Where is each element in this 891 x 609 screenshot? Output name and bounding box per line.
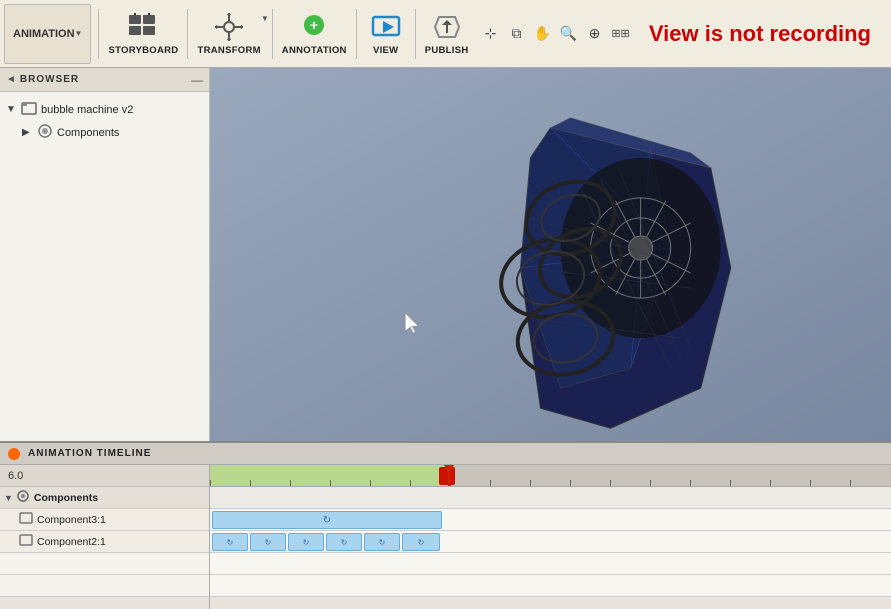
loop-icon-c3: ↻ bbox=[323, 515, 331, 526]
tree-root-label: bubble machine v2 bbox=[41, 104, 133, 116]
track-c3-icon bbox=[19, 511, 33, 528]
track-c3-label: Component3:1 bbox=[37, 514, 106, 526]
animation-dropdown-button[interactable]: ANIMATION ▼ bbox=[4, 4, 91, 64]
tree-components-arrow: ▶ bbox=[22, 127, 34, 138]
toolbar-separator-3 bbox=[272, 9, 273, 59]
loop-icon-c2-6: ↻ bbox=[418, 538, 425, 547]
loop-icon-c2-2: ↻ bbox=[265, 538, 272, 547]
timeline-tracks-left: ▼ Components Component3:1 bbox=[0, 487, 209, 609]
timeline-title: ANIMATION TIMELINE bbox=[28, 448, 151, 459]
toolbar-separator-5 bbox=[415, 9, 416, 59]
toolbar: ANIMATION ▼ STORYBOARD bbox=[0, 0, 891, 68]
tree-components-label: Components bbox=[57, 127, 119, 139]
timeline-track-component2[interactable]: Component2:1 bbox=[0, 531, 209, 553]
view-label: VIEW bbox=[373, 45, 398, 56]
grid-icon-btn[interactable]: ⊞⊞ bbox=[609, 22, 633, 46]
tree-root-arrow: ▼ bbox=[6, 104, 18, 115]
track-c2-label: Component2:1 bbox=[37, 536, 106, 548]
loop-icon-c2-1: ↻ bbox=[227, 538, 234, 547]
search-icon-btn[interactable]: 🔍 bbox=[557, 22, 581, 46]
track-c2-icon bbox=[19, 533, 33, 550]
toolbar-separator-2 bbox=[187, 9, 188, 59]
timeline-track-empty-2 bbox=[0, 575, 209, 597]
timeline-right-row-empty2 bbox=[210, 575, 891, 597]
storyboard-label: STORYBOARD bbox=[108, 45, 178, 56]
playhead[interactable] bbox=[448, 465, 450, 486]
toolbar-separator-4 bbox=[356, 9, 357, 59]
tree-components-icon bbox=[37, 123, 53, 142]
dropdown-arrow-icon: ▼ bbox=[75, 29, 83, 38]
timeline-panel: ANIMATION TIMELINE 6.0 ▼ Components bbox=[0, 441, 891, 609]
tree-root-icon bbox=[21, 100, 37, 119]
annotation-icon: + bbox=[298, 11, 330, 43]
browser-header: ◄ BROWSER — bbox=[0, 68, 209, 92]
transform-dropdown-icon: ▼ bbox=[261, 14, 269, 23]
timeline-tracks-right: ↻ ↻ ↻ ↻ ↻ bbox=[210, 487, 891, 609]
track-components-label: Components bbox=[34, 492, 98, 504]
publish-icon bbox=[431, 11, 463, 43]
transform-button[interactable]: TRANSFORM bbox=[191, 4, 266, 64]
timeline-right-row-c2[interactable]: ↻ ↻ ↻ ↻ ↻ ↻ bbox=[210, 531, 891, 553]
tree-components-item[interactable]: ▶ Components bbox=[20, 121, 205, 144]
timeline-track-empty-1 bbox=[0, 553, 209, 575]
storyboard-icon bbox=[127, 11, 159, 43]
track-group-arrow: ▼ bbox=[4, 493, 13, 503]
browser-content: ▼ bubble machine v2 ▶ Componen bbox=[0, 92, 209, 150]
publish-button[interactable]: PUBLISH bbox=[419, 4, 475, 64]
timeline-track-component3[interactable]: Component3:1 bbox=[0, 509, 209, 531]
timeline-right-row-c3[interactable]: ↻ bbox=[210, 509, 891, 531]
track-components-icon bbox=[16, 489, 30, 506]
viewport-canvas bbox=[210, 68, 891, 441]
animation-bar-c2-4[interactable]: ↻ bbox=[326, 533, 362, 551]
animation-bar-c3[interactable]: ↻ bbox=[212, 511, 442, 529]
animation-bar-c2-3[interactable]: ↻ bbox=[288, 533, 324, 551]
annotation-button[interactable]: + ANNOTATION bbox=[276, 4, 353, 64]
cursor-icon-btn[interactable]: ⊹ bbox=[479, 22, 503, 46]
storyboard-button[interactable]: STORYBOARD bbox=[102, 4, 184, 64]
animation-bar-c2-1[interactable]: ↻ bbox=[212, 533, 248, 551]
view-button[interactable]: VIEW bbox=[360, 4, 412, 64]
annotation-label: ANNOTATION bbox=[282, 45, 347, 56]
browser-close-icon[interactable]: — bbox=[191, 73, 203, 87]
view-options-icon-btn[interactable]: ⊕ bbox=[583, 22, 607, 46]
browser-collapse-icon[interactable]: ◄ bbox=[6, 74, 16, 85]
browser-panel: ◄ BROWSER — ▼ bubble machine v2 ▶ bbox=[0, 68, 210, 441]
view-not-recording-status: View is not recording bbox=[649, 21, 887, 47]
main-area: ◄ BROWSER — ▼ bubble machine v2 ▶ bbox=[0, 68, 891, 441]
browser-title: BROWSER bbox=[20, 74, 79, 85]
timeline-record-dot bbox=[8, 448, 20, 460]
svg-text:+: + bbox=[310, 17, 318, 33]
timeline-body: 6.0 ▼ Components Component3:1 bbox=[0, 465, 891, 609]
toolbar-right-icons: ⊹ ⧉ ✋ 🔍 ⊕ ⊞⊞ bbox=[479, 22, 633, 46]
viewport[interactable] bbox=[210, 68, 891, 441]
transform-label: TRANSFORM bbox=[197, 45, 260, 56]
publish-label: PUBLISH bbox=[425, 45, 469, 56]
animation-label: ANIMATION bbox=[13, 28, 75, 40]
view-icon bbox=[370, 11, 402, 43]
timeline-current-time: 6.0 bbox=[0, 465, 209, 487]
hand-icon-btn[interactable]: ✋ bbox=[531, 22, 555, 46]
timeline-ruler[interactable]: 012345678910111213141516 bbox=[210, 465, 891, 487]
loop-icon-c2-3: ↻ bbox=[303, 538, 310, 547]
transform-icon bbox=[213, 11, 245, 43]
timeline-left: 6.0 ▼ Components Component3:1 bbox=[0, 465, 210, 609]
timeline-right-row-group bbox=[210, 487, 891, 509]
toolbar-separator-1 bbox=[98, 9, 99, 59]
animation-bar-c2-5[interactable]: ↻ bbox=[364, 533, 400, 551]
timeline-track-components[interactable]: ▼ Components bbox=[0, 487, 209, 509]
timeline-header: ANIMATION TIMELINE bbox=[0, 443, 891, 465]
loop-icon-c2-4: ↻ bbox=[341, 538, 348, 547]
tree-root-item[interactable]: ▼ bubble machine v2 bbox=[4, 98, 205, 121]
copy-icon-btn[interactable]: ⧉ bbox=[505, 22, 529, 46]
animation-bar-c2-6[interactable]: ↻ bbox=[402, 533, 440, 551]
animation-bar-c2-2[interactable]: ↻ bbox=[250, 533, 286, 551]
timeline-right-row-empty1 bbox=[210, 553, 891, 575]
loop-icon-c2-5: ↻ bbox=[379, 538, 386, 547]
timeline-right: 012345678910111213141516 ↻ bbox=[210, 465, 891, 609]
